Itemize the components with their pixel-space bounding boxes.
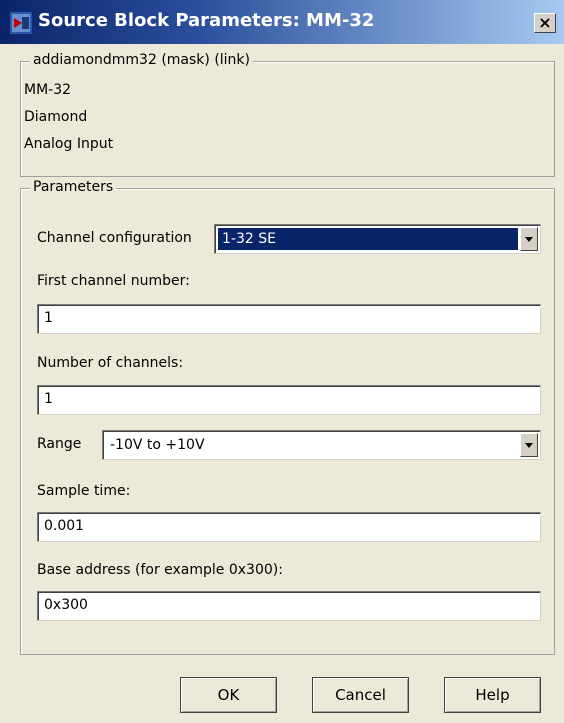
parameters-group (20, 188, 555, 655)
sample-time-input[interactable]: 0.001 (37, 512, 541, 542)
close-button[interactable]: × (534, 13, 556, 33)
simulink-block-icon (10, 12, 32, 34)
channel-configuration-select[interactable]: 1-32 SE (214, 224, 541, 254)
number-of-channels-input[interactable]: 1 (37, 385, 541, 415)
close-icon: × (538, 13, 552, 32)
range-value: -10V to +10V (110, 437, 205, 453)
description-line-vendor: Diamond (24, 109, 88, 125)
base-address-value: 0x300 (44, 597, 88, 613)
ok-button[interactable]: OK (180, 677, 277, 713)
title-bar[interactable]: Source Block Parameters: MM-32 × (0, 0, 564, 44)
parameters-group-title: Parameters (30, 179, 117, 195)
description-group-title: addiamondmm32 (mask) (link) (30, 52, 253, 68)
first-channel-number-input[interactable]: 1 (37, 304, 541, 334)
description-group (20, 61, 555, 177)
sample-time-label: Sample time: (37, 483, 131, 499)
help-button[interactable]: Help (444, 677, 541, 713)
base-address-input[interactable]: 0x300 (37, 591, 541, 621)
first-channel-number-label: First channel number: (37, 273, 190, 289)
channel-configuration-label: Channel configuration (37, 230, 192, 246)
range-select[interactable]: -10V to +10V (102, 430, 541, 460)
dialog-window: Source Block Parameters: MM-32 × addiamo… (0, 0, 564, 723)
cancel-button[interactable]: Cancel (312, 677, 409, 713)
window-title: Source Block Parameters: MM-32 (38, 10, 375, 31)
base-address-label: Base address (for example 0x300): (37, 562, 283, 578)
number-of-channels-value: 1 (44, 391, 53, 407)
range-label: Range (37, 436, 82, 452)
first-channel-number-value: 1 (44, 310, 53, 326)
sample-time-value: 0.001 (44, 518, 85, 534)
description-line-model: MM-32 (24, 82, 72, 98)
chevron-down-icon[interactable] (520, 227, 538, 251)
chevron-down-icon[interactable] (520, 433, 538, 457)
description-line-type: Analog Input (24, 136, 114, 152)
channel-configuration-value: 1-32 SE (218, 228, 518, 250)
number-of-channels-label: Number of channels: (37, 355, 184, 371)
